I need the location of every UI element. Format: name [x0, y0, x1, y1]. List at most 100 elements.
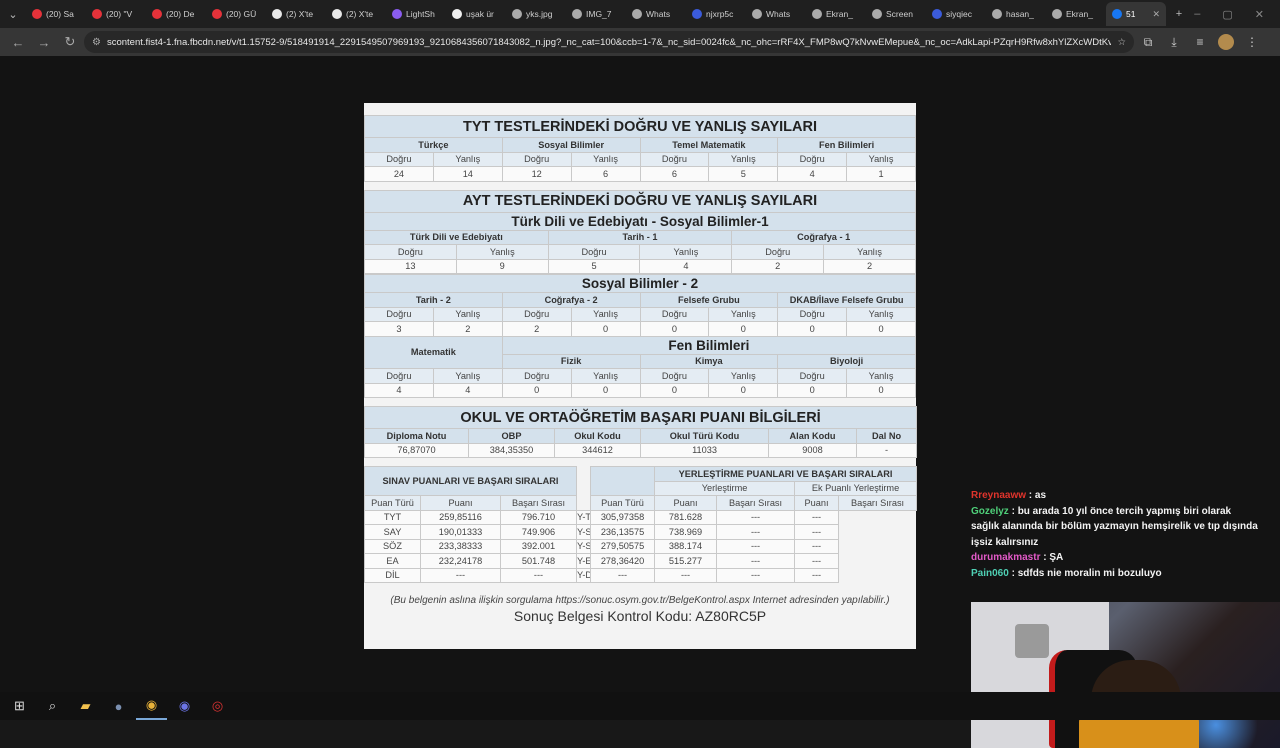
browser-tab[interactable]: yks.jpg [506, 2, 566, 26]
okul-value: 344612 [554, 442, 641, 458]
browser-tab[interactable]: uşak ür [446, 2, 506, 26]
tab-close-icon[interactable]: ✕ [1152, 9, 1160, 20]
matematik-header: Matematik [364, 335, 503, 369]
kebab-menu-icon: ⋮ [1246, 35, 1258, 49]
browser-tab[interactable]: 51 ✕ [1106, 2, 1166, 26]
tab-label: (2) X'te [346, 9, 374, 19]
arrow-right-icon: → [37, 34, 51, 50]
ayt2-table: Sosyal Bilimler - 2 Tarih - 2 Coğrafya - … [364, 274, 917, 398]
taskbar-discord[interactable]: ◉ [169, 692, 200, 720]
subject-header: Fizik [501, 353, 641, 369]
count-cell: 2 [501, 321, 572, 337]
chat-username[interactable]: Rreynaaww [971, 490, 1026, 501]
taskbar-obs[interactable]: ◎ [202, 692, 233, 720]
dogru-label: Doğru [501, 151, 572, 167]
tab-label: (20) "V [106, 9, 133, 19]
subject-header: Temel Matematik [639, 137, 779, 153]
score-cell: 515.277 [654, 553, 718, 569]
browser-tab[interactable]: (2) X'te [266, 2, 326, 26]
menu-button[interactable]: ⋮ [1240, 30, 1264, 54]
score-cell: --- [716, 567, 796, 583]
score-cell: 232,24178 [420, 553, 501, 569]
browser-tab[interactable]: Whats [746, 2, 806, 26]
browser-tab[interactable]: Ekran_ [1046, 2, 1106, 26]
score-cell: Y-SAY [576, 524, 592, 540]
back-button[interactable]: ← [6, 30, 30, 54]
downloads-button[interactable]: ⤓ [1162, 30, 1186, 54]
ayt1-table: AYT TESTLERİNDEKİ DOĞRU VE YANLIŞ SAYILA… [364, 189, 916, 275]
taskbar: ⊞ ⌕ ▰ ● ◉ ◉ ◎ [0, 692, 1280, 720]
extensions-button[interactable]: ⧉ [1136, 30, 1160, 54]
bookmark-star-icon[interactable]: ☆ [1117, 37, 1126, 48]
close-icon[interactable]: ✕ [1255, 8, 1264, 21]
tab-label: njxrp5c [706, 9, 734, 19]
browser-tab[interactable]: siyqiec [926, 2, 986, 26]
start-button[interactable]: ⊞ [4, 692, 35, 720]
tyt-table: TYT TESTLERİNDEKİ DOĞRU VE YANLIŞ SAYILA… [364, 115, 916, 182]
windows-icon: ⊞ [14, 698, 25, 713]
yanlis-label: Yanlış [432, 151, 503, 167]
ek-subtitle: Ek Puanlı Yerleştirme [794, 480, 918, 496]
score-cell: --- [716, 509, 796, 525]
count-cell: 0 [639, 321, 710, 337]
subject-header: Sosyal Bilimler [501, 137, 641, 153]
maximize-icon[interactable]: ▢ [1222, 8, 1232, 21]
chat-username[interactable]: durumakmastr [971, 552, 1040, 563]
table-row: TYT259,85116796.710Y-TYT305,97358781.628… [364, 509, 917, 525]
yanlis-label: Yanlış [455, 244, 549, 260]
tab-label: LightSh [406, 9, 435, 19]
count-cell: 12 [501, 166, 572, 182]
table-row: DİL------Y-DİL------------ [364, 567, 917, 583]
profile-avatar[interactable] [1218, 34, 1234, 50]
count-cell: 2 [731, 258, 825, 274]
score-cell: TYT [364, 509, 421, 525]
new-tab-button[interactable]: + [1166, 1, 1192, 27]
tab-strip: ⌄ (20) Sa (20) "V (20) De (20) GÜ (2) X'te (2… [0, 0, 1280, 28]
taskbar-search[interactable]: ⌕ [37, 692, 68, 720]
media-button[interactable]: ≡ [1188, 30, 1212, 54]
address-bar[interactable]: ⚙ scontent.fist4-1.fna.fbcdn.net/v/t1.15… [84, 31, 1134, 53]
browser-tab[interactable]: IMG_7 [566, 2, 626, 26]
browser-tab[interactable]: hasan_ [986, 2, 1046, 26]
browser-tab[interactable]: (20) "V [86, 2, 146, 26]
puan-table: SINAV PUANLARI VE BAŞARI SIRALARI YERLEŞ… [363, 466, 918, 583]
col-ek-basari-sirasi: Başarı Sırası [838, 495, 918, 511]
chat-username[interactable]: Pain060 [971, 568, 1009, 579]
dogru-label: Doğru [501, 368, 572, 384]
taskbar-app-1[interactable]: ● [103, 692, 134, 720]
okul-header: Okul Türü Kodu [640, 428, 769, 444]
browser-tab[interactable]: (20) Sa [26, 2, 86, 26]
dogru-label: Doğru [639, 151, 710, 167]
address-toolbar: ← → ↻ ⚙ scontent.fist4-1.fna.fbcdn.net/v… [0, 28, 1280, 56]
reload-button[interactable]: ↻ [58, 30, 82, 54]
browser-tab[interactable]: (2) X'te [326, 2, 386, 26]
browser-tab[interactable]: Whats [626, 2, 686, 26]
tab-label: uşak ür [466, 9, 494, 19]
tab-search-button[interactable]: ⌄ [0, 1, 26, 27]
taskbar-chrome[interactable]: ◉ [136, 692, 167, 720]
okul-header: Alan Kodu [768, 428, 857, 444]
browser-tab[interactable]: (20) De [146, 2, 206, 26]
forward-button[interactable]: → [32, 30, 56, 54]
yanlis-label: Yanlış [639, 244, 733, 260]
count-cell: 0 [777, 382, 848, 398]
browser-tab[interactable]: (20) GÜ [206, 2, 266, 26]
chat-username[interactable]: Gozelyz [971, 506, 1009, 517]
discord-icon: ◉ [178, 698, 191, 713]
browser-tab[interactable]: Screen [866, 2, 926, 26]
dogru-label: Doğru [639, 306, 710, 322]
count-cell: 0 [570, 382, 641, 398]
score-cell: --- [794, 567, 840, 583]
plus-icon: + [1175, 8, 1183, 20]
chevron-down-icon: ⌄ [8, 8, 18, 21]
tab-label: Whats [766, 9, 791, 19]
count-cell: 4 [364, 382, 434, 398]
site-info-icon[interactable]: ⚙ [92, 37, 101, 48]
browser-tab[interactable]: LightSh [386, 2, 446, 26]
browser-tab[interactable]: njxrp5c [686, 2, 746, 26]
minimize-icon[interactable]: – [1194, 8, 1200, 21]
count-cell: 1 [846, 166, 916, 182]
taskbar-explorer[interactable]: ▰ [70, 692, 101, 720]
browser-tab[interactable]: Ekran_ [806, 2, 866, 26]
count-cell: 5 [547, 258, 641, 274]
